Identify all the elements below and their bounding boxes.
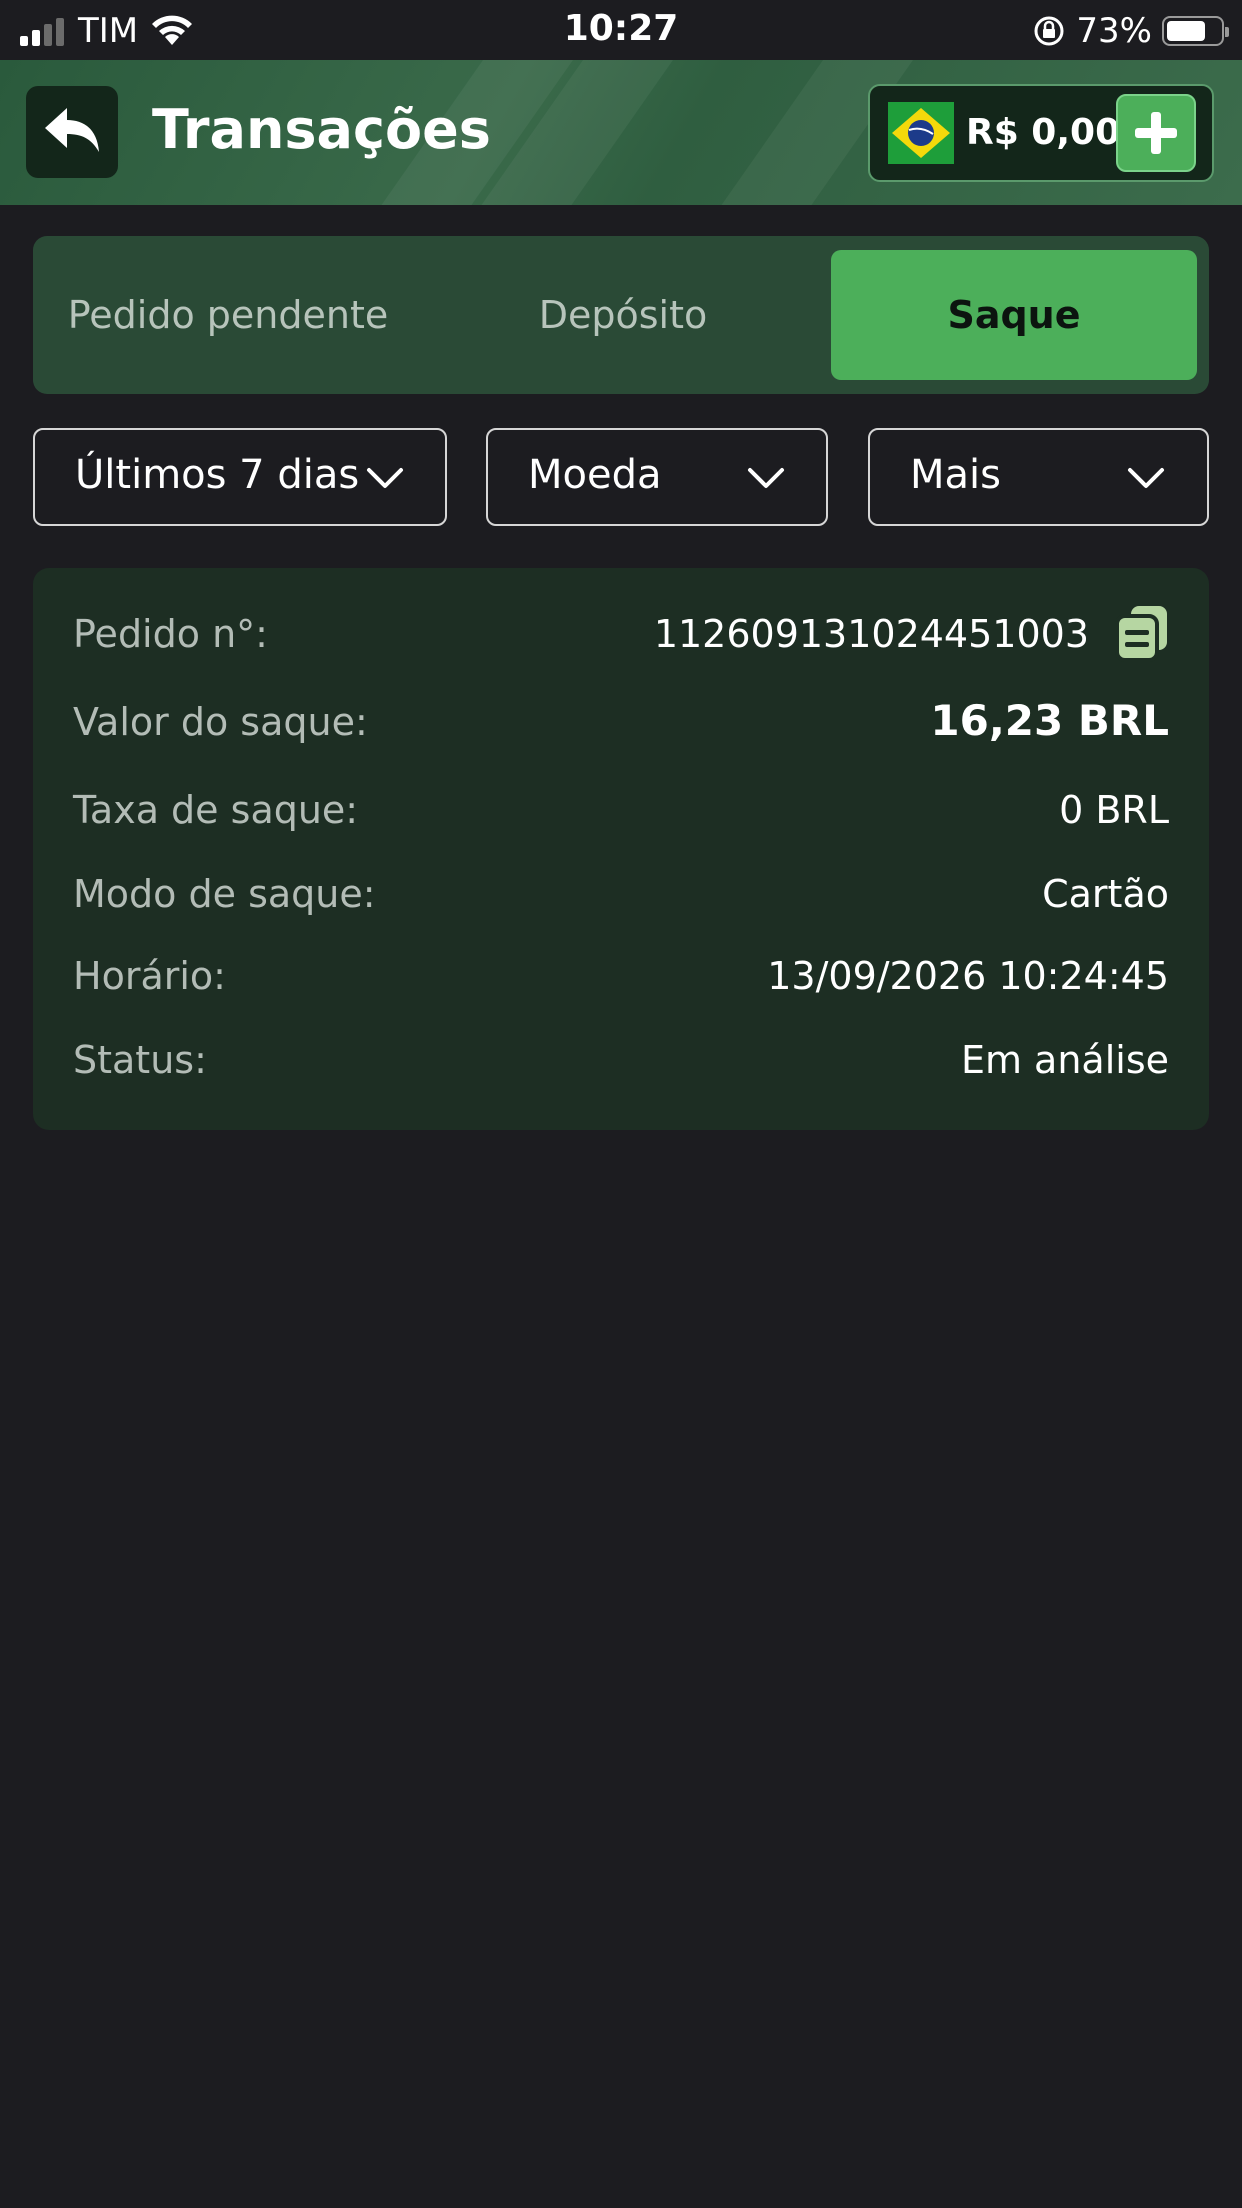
copy-icon[interactable] xyxy=(1115,604,1169,662)
filter-date-range-label: Últimos 7 dias xyxy=(75,452,360,498)
transaction-card: Pedido n°: 112609131024451003 Valor do s… xyxy=(33,568,1209,1130)
status-right: 73% xyxy=(1032,10,1229,52)
tab-deposit[interactable]: Depósito xyxy=(423,250,823,380)
status-value: Em análise xyxy=(960,1038,1169,1082)
rotation-lock-icon xyxy=(1034,16,1064,46)
time-value: 13/09/2026 10:24:45 xyxy=(767,954,1169,998)
transaction-tabs: Pedido pendente Depósito Saque xyxy=(33,236,1209,394)
withdrawal-mode-label: Modo de saque: xyxy=(73,872,376,916)
withdrawal-fee-row: Taxa de saque: 0 BRL xyxy=(73,788,1169,848)
filter-currency[interactable]: Moeda xyxy=(486,428,828,526)
filter-more[interactable]: Mais xyxy=(868,428,1209,526)
filter-date-range[interactable]: Últimos 7 dias xyxy=(33,428,447,526)
time-label: Horário: xyxy=(73,954,226,998)
app-header: Transações R$ 0,00 xyxy=(0,60,1242,205)
withdrawal-mode-value: Cartão xyxy=(1042,872,1169,916)
filter-currency-label: Moeda xyxy=(528,452,662,498)
brazil-flag-icon xyxy=(888,102,954,164)
battery-percentage: 73% xyxy=(1076,11,1152,51)
tab-withdrawal[interactable]: Saque xyxy=(831,250,1197,380)
withdrawal-amount-label: Valor do saque: xyxy=(73,700,368,744)
battery-icon xyxy=(1162,16,1229,46)
order-number-label: Pedido n°: xyxy=(73,612,268,656)
withdrawal-amount-value: 16,23 BRL xyxy=(930,696,1169,745)
back-arrow-icon xyxy=(45,108,99,152)
withdrawal-fee-value: 0 BRL xyxy=(1059,788,1169,832)
time-row: Horário: 13/09/2026 10:24:45 xyxy=(73,954,1169,1014)
withdrawal-amount-row: Valor do saque: 16,23 BRL xyxy=(73,696,1169,760)
withdrawal-fee-label: Taxa de saque: xyxy=(73,788,359,832)
chevron-down-icon xyxy=(367,468,403,488)
chevron-down-icon xyxy=(1128,468,1164,488)
order-number-value: 112609131024451003 xyxy=(653,612,1089,656)
page-title: Transações xyxy=(152,98,491,161)
filter-more-label: Mais xyxy=(910,452,1001,498)
order-number-row: Pedido n°: 112609131024451003 xyxy=(73,606,1169,672)
status-label: Status: xyxy=(73,1038,207,1082)
battery-fill xyxy=(1167,21,1205,41)
status-row: Status: Em análise xyxy=(73,1038,1169,1098)
plus-icon xyxy=(1135,112,1177,154)
status-bar: TIM 10:27 73% xyxy=(0,0,1242,60)
balance-widget[interactable]: R$ 0,00 xyxy=(868,84,1214,182)
chevron-down-icon xyxy=(748,468,784,488)
back-button[interactable] xyxy=(26,86,118,178)
tab-pending-order[interactable]: Pedido pendente xyxy=(33,250,423,380)
add-funds-button[interactable] xyxy=(1116,94,1196,172)
withdrawal-mode-row: Modo de saque: Cartão xyxy=(73,872,1169,932)
balance-amount: R$ 0,00 xyxy=(966,112,1121,153)
